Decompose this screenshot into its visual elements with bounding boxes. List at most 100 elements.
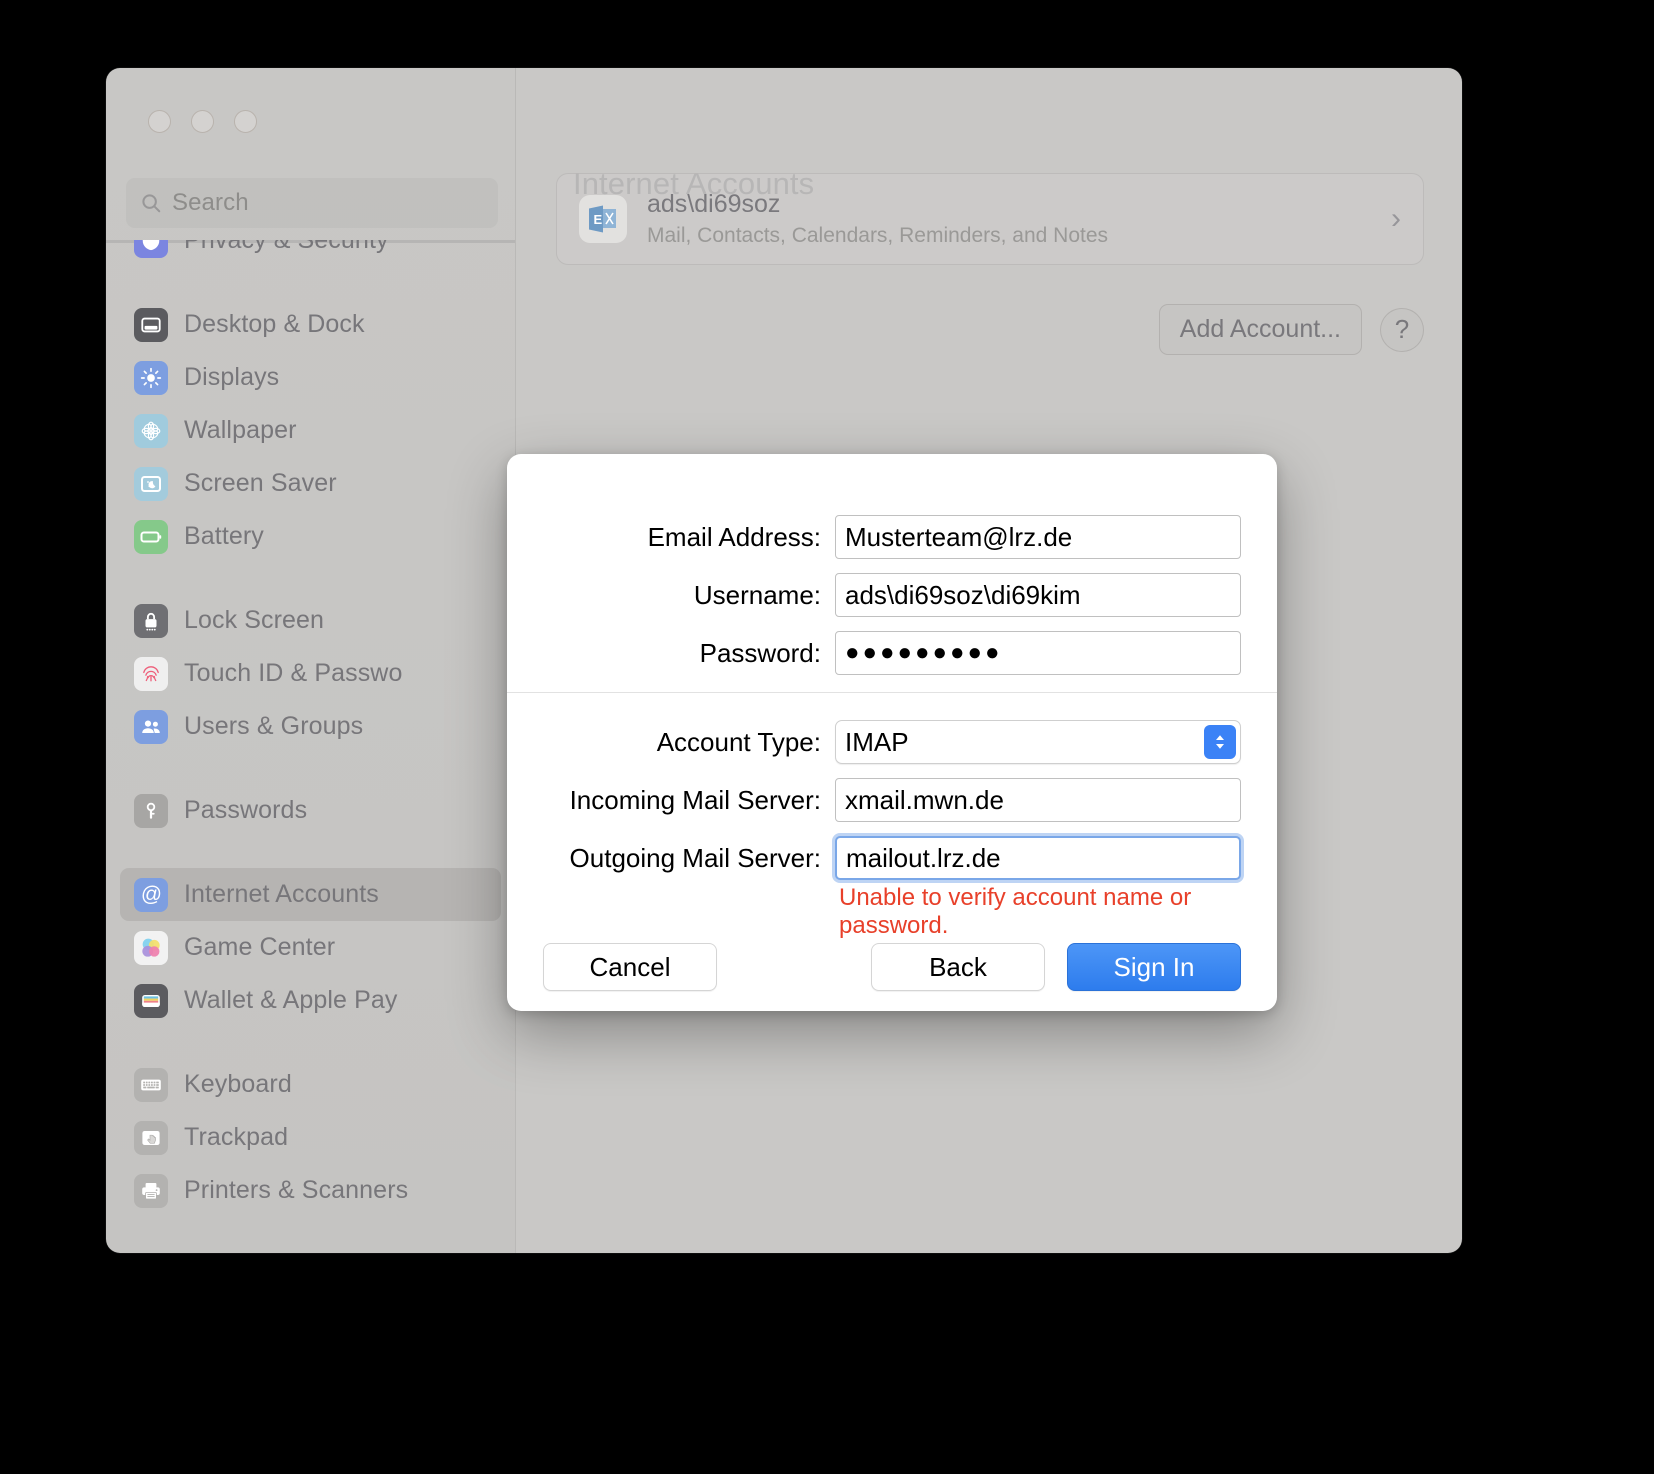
desktop-background: Search Privacy & Security Desktop & Dock D… [0, 0, 1654, 1474]
sidebar-item-label: Game Center [184, 933, 335, 962]
sidebar-item-battery[interactable]: Battery [120, 510, 501, 563]
server-fields: Account Type:IMAPIncoming Mail Server:xm… [543, 713, 1241, 887]
sidebar-item-label: Wallet & Apple Pay [184, 986, 397, 1015]
outgoing-mail-server-label: Outgoing Mail Server: [543, 843, 835, 874]
sidebar-item-label: Displays [184, 363, 279, 392]
svg-text:E: E [594, 212, 603, 227]
sidebar: Search Privacy & Security Desktop & Dock D… [106, 68, 516, 1253]
credentials-fields: Email Address:Musterteam@lrz.deUsername:… [543, 508, 1241, 682]
sidebar-item-trackpad[interactable]: Trackpad [120, 1111, 501, 1164]
minimize-button[interactable] [191, 110, 214, 133]
sidebar-item-label: Touch ID & Passwo [184, 659, 402, 688]
account-actions: Add Account... ? [1159, 304, 1424, 355]
password-input[interactable]: ●●●●●●●●● [835, 631, 1241, 675]
privacy-icon [134, 240, 168, 258]
sheet-credentials-section: Email Address:Musterteam@lrz.deUsername:… [507, 454, 1277, 682]
error-message: Unable to verify account name or passwor… [835, 884, 1241, 940]
incoming-mail-server-input[interactable]: xmail.mwn.de [835, 778, 1241, 822]
sidebar-item-label: Keyboard [184, 1070, 292, 1099]
incoming-mail-server-label: Incoming Mail Server: [543, 785, 835, 816]
sidebar-item-label: Internet Accounts [184, 880, 379, 909]
sidebar-item-label: Screen Saver [184, 469, 337, 498]
sidebar-item-screen-saver[interactable]: Screen Saver [120, 457, 501, 510]
lock-screen-icon [134, 604, 168, 638]
close-button[interactable] [148, 110, 171, 133]
search-input[interactable]: Search [126, 178, 498, 228]
sidebar-item-label: Battery [184, 522, 264, 551]
sidebar-item-privacy-security[interactable]: Privacy & Security [120, 240, 501, 267]
account-services: Mail, Contacts, Calendars, Reminders, an… [647, 224, 1108, 248]
sidebar-item-label: Trackpad [184, 1123, 288, 1152]
error-row: Unable to verify account name or passwor… [543, 887, 1241, 937]
username-value: ads\di69soz\di69kim [845, 580, 1081, 611]
account-text: ads\di69soz Mail, Contacts, Calendars, R… [647, 190, 1108, 248]
exchange-icon: E [579, 195, 627, 243]
sidebar-item-label: Passwords [184, 796, 307, 825]
passwords-icon [134, 794, 168, 828]
sidebar-item-label: Printers & Scanners [184, 1176, 408, 1205]
email-address-input[interactable]: Musterteam@lrz.de [835, 515, 1241, 559]
window-traffic-lights [148, 110, 257, 133]
sidebar-group-gap [106, 1217, 515, 1248]
sidebar-item-wallpaper[interactable]: Wallpaper [120, 404, 501, 457]
sidebar-item-touch-id-passwo[interactable]: Touch ID & Passwo [120, 647, 501, 700]
sidebar-item-list[interactable]: Privacy & Security Desktop & Dock Displays… [106, 240, 515, 1253]
displays-icon [134, 361, 168, 395]
search-placeholder: Search [172, 189, 249, 217]
outgoing-mail-server-input[interactable]: mailout.lrz.de [835, 836, 1241, 880]
account-row[interactable]: E ads\di69soz Mail, Contacts, Calendars,… [556, 173, 1424, 265]
sidebar-item-label: Lock Screen [184, 606, 324, 635]
chevron-up-down-icon[interactable] [1204, 725, 1236, 759]
wallet-icon [134, 984, 168, 1018]
username-input[interactable]: ads\di69soz\di69kim [835, 573, 1241, 617]
email-address-value: Musterteam@lrz.de [845, 522, 1072, 553]
sidebar-group-gap [106, 753, 515, 784]
trackpad-icon [134, 1121, 168, 1155]
sidebar-item-users-groups[interactable]: Users & Groups [120, 700, 501, 753]
desktop-dock-icon [134, 308, 168, 342]
sidebar-item-wallet-apple-pay[interactable]: Wallet & Apple Pay [120, 974, 501, 1027]
sidebar-item-internet-accounts[interactable]: @ Internet Accounts [120, 868, 501, 921]
sidebar-item-keyboard[interactable]: Keyboard [120, 1058, 501, 1111]
sign-in-button[interactable]: Sign In [1067, 943, 1241, 991]
sidebar-item-lock-screen[interactable]: Lock Screen [120, 594, 501, 647]
password-label: Password: [543, 638, 835, 669]
sidebar-item-label: Desktop & Dock [184, 310, 365, 339]
sidebar-item-displays[interactable]: Displays [120, 351, 501, 404]
sidebar-group-gap [106, 267, 515, 298]
game-center-icon [134, 931, 168, 965]
touch-id-icon [134, 657, 168, 691]
zoom-button[interactable] [234, 110, 257, 133]
battery-icon [134, 520, 168, 554]
back-button[interactable]: Back [871, 943, 1045, 991]
sidebar-item-printers-scanners[interactable]: Printers & Scanners [120, 1164, 501, 1217]
sidebar-item-label: Wallpaper [184, 416, 297, 445]
help-button[interactable]: ? [1380, 308, 1424, 352]
printers-icon [134, 1174, 168, 1208]
sidebar-item-game-center[interactable]: Game Center [120, 921, 501, 974]
add-account-button[interactable]: Add Account... [1159, 304, 1362, 355]
sidebar-group-gap [106, 563, 515, 594]
search-icon [140, 192, 162, 214]
sidebar-item-select-pdl[interactable]: PDLSelect PDL [120, 1248, 501, 1253]
cancel-button[interactable]: Cancel [543, 943, 717, 991]
users-groups-icon [134, 710, 168, 744]
system-settings-window: Search Privacy & Security Desktop & Dock D… [106, 68, 1462, 1253]
sidebar-item-desktop-dock[interactable]: Desktop & Dock [120, 298, 501, 351]
sheet-server-section: Account Type:IMAPIncoming Mail Server:xm… [507, 697, 1277, 937]
sidebar-item-passwords[interactable]: Passwords [120, 784, 501, 837]
incoming-mail-server-value: xmail.mwn.de [845, 785, 1004, 816]
account-type-select[interactable]: IMAP [835, 720, 1241, 764]
keyboard-icon [134, 1068, 168, 1102]
wallpaper-icon [134, 414, 168, 448]
sidebar-item-label: Privacy & Security [184, 240, 389, 255]
outgoing-mail-server-value: mailout.lrz.de [846, 843, 1001, 874]
password-value: ●●●●●●●●● [845, 639, 1002, 667]
screen-saver-icon [134, 467, 168, 501]
chevron-right-icon[interactable]: › [1391, 204, 1401, 234]
username-row: Username:ads\di69soz\di69kim [543, 566, 1241, 624]
internet-accounts-icon: @ [134, 878, 168, 912]
account-setup-sheet: Email Address:Musterteam@lrz.deUsername:… [507, 454, 1277, 1011]
outgoing-mail-server-row: Outgoing Mail Server: mailout.lrz.de [543, 829, 1241, 887]
sheet-button-row: Cancel Back Sign In [507, 943, 1277, 991]
